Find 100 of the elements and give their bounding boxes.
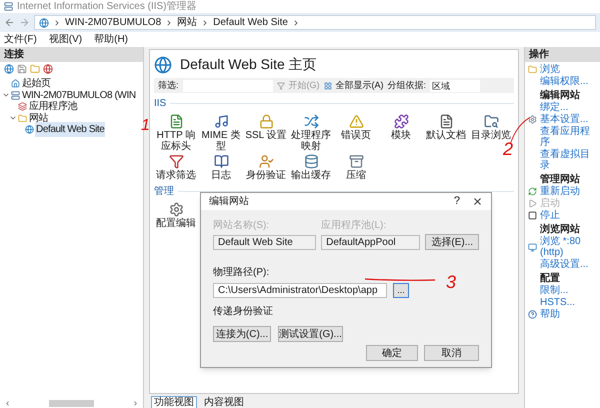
feature-label[interactable]: 身份验证 bbox=[246, 170, 286, 181]
lock-icon bbox=[258, 114, 274, 129]
scroll-right-icon[interactable] bbox=[132, 400, 139, 406]
address-bar[interactable]: WIN-2M07BUMULO8 网站 Default Web Site bbox=[34, 15, 596, 30]
breadcrumb[interactable]: WIN-2M07BUMULO8 bbox=[65, 15, 162, 30]
settings-icon bbox=[168, 202, 184, 217]
feature-label[interactable]: 处理程序映射 bbox=[289, 130, 333, 152]
tree-item[interactable]: 起始页 bbox=[21, 76, 52, 92]
feature-label[interactable]: MIME 类型 bbox=[199, 130, 243, 152]
action-heading: 浏览网站 bbox=[540, 224, 580, 235]
archive-icon bbox=[348, 154, 364, 169]
feature-label[interactable]: 错误页 bbox=[341, 130, 371, 141]
section-title: IIS bbox=[154, 97, 166, 111]
action-link[interactable]: HSTS... bbox=[540, 297, 576, 308]
group-label: 分组依据: bbox=[388, 78, 426, 92]
help-icon bbox=[528, 310, 537, 319]
feature-label[interactable]: 日志 bbox=[211, 170, 231, 181]
folder-icon bbox=[18, 114, 27, 123]
help-button[interactable]: ? bbox=[454, 193, 460, 210]
settings-icon bbox=[528, 115, 537, 124]
menu-item[interactable]: 文件(F) bbox=[4, 32, 37, 47]
ok-button[interactable]: 确定 bbox=[366, 344, 418, 360]
folder-search-icon bbox=[484, 114, 498, 129]
menu-item[interactable]: 视图(V) bbox=[48, 32, 82, 47]
breadcrumb[interactable]: Default Web Site bbox=[213, 15, 288, 30]
action-link[interactable]: 停止 bbox=[540, 210, 560, 221]
monitor-icon bbox=[528, 242, 537, 252]
dialog-title: 编辑网站 bbox=[209, 194, 250, 209]
action-link[interactable]: 浏览 *:80 (http) bbox=[540, 236, 597, 258]
back-icon[interactable] bbox=[4, 17, 15, 28]
filter-icon bbox=[168, 154, 184, 169]
connect-as-button[interactable]: 连接为(C)... bbox=[213, 326, 271, 342]
cancel-button[interactable]: 取消 bbox=[424, 344, 479, 360]
feature-label[interactable]: 压缩 bbox=[346, 170, 366, 181]
window-title: Internet Information Services (IIS)管理器 bbox=[17, 2, 197, 12]
save-icon[interactable] bbox=[17, 64, 27, 74]
select-button[interactable]: 选择(E)... bbox=[425, 234, 479, 250]
action-heading: 编辑网站 bbox=[540, 90, 580, 101]
field-label: 网站名称(S): bbox=[213, 218, 270, 232]
action-link[interactable]: 编辑权限... bbox=[540, 76, 588, 87]
pane-header: 操作 bbox=[525, 47, 600, 62]
view-tab[interactable]: 内容视图 bbox=[201, 396, 247, 408]
arrows-icon bbox=[304, 114, 318, 129]
warning-icon bbox=[348, 114, 364, 129]
annotation-number: 1 bbox=[141, 118, 150, 134]
page-title: Default Web Site 主页 bbox=[180, 55, 317, 74]
feature-label[interactable]: 配置编辑 bbox=[156, 218, 196, 229]
test-settings-button[interactable]: 测试设置(G)... bbox=[278, 326, 343, 342]
action-link[interactable]: 高级设置... bbox=[540, 259, 588, 270]
view-tab[interactable]: 功能视图 bbox=[151, 396, 197, 408]
feature-label[interactable]: 请求筛选 bbox=[156, 170, 196, 181]
chevron-right-icon bbox=[292, 18, 300, 26]
feature-label[interactable]: 默认文档 bbox=[426, 130, 466, 141]
action-link[interactable]: 绑定... bbox=[540, 102, 568, 113]
action-link[interactable]: 限制... bbox=[540, 285, 568, 296]
field-label: 应用程序池(L): bbox=[321, 218, 388, 232]
feature-label[interactable]: 目录浏览 bbox=[471, 130, 511, 141]
action-heading: 管理网站 bbox=[540, 174, 580, 185]
action-link[interactable]: 查看应用程序 bbox=[540, 126, 597, 148]
globe-icon bbox=[154, 56, 172, 74]
feature-label[interactable]: 输出缓存 bbox=[291, 170, 331, 181]
grid-icon bbox=[324, 82, 332, 90]
feature-label[interactable]: HTTP 响应标头 bbox=[154, 130, 198, 152]
group-dropdown[interactable]: 区域 bbox=[430, 80, 480, 92]
feature-label[interactable]: SSL 设置 bbox=[245, 130, 287, 141]
show-all-button[interactable]: 全部显示(A) bbox=[336, 78, 384, 92]
action-link[interactable]: 帮助 bbox=[540, 309, 560, 320]
passthrough-label: 传递身份验证 bbox=[213, 304, 273, 318]
annotation-number: 3 bbox=[446, 273, 456, 291]
globe-icon[interactable] bbox=[4, 64, 14, 74]
action-link[interactable]: 基本设置... bbox=[540, 114, 588, 125]
folder-icon bbox=[528, 65, 537, 74]
path-field[interactable]: C:\Users\Administrator\Desktop\app bbox=[213, 282, 387, 298]
app-icon bbox=[4, 2, 13, 11]
close-icon[interactable] bbox=[472, 196, 483, 207]
scroll-left-icon[interactable] bbox=[4, 400, 11, 406]
field-label: 物理路径(P): bbox=[213, 266, 270, 280]
filter-icon[interactable] bbox=[276, 82, 285, 90]
chevron-right-icon bbox=[53, 18, 61, 26]
globe-icon bbox=[39, 18, 49, 28]
document-icon bbox=[168, 114, 184, 129]
annotation-stroke bbox=[510, 116, 530, 144]
globe-icon bbox=[25, 125, 34, 134]
globe-icon[interactable] bbox=[43, 64, 53, 74]
annotation-number: 2 bbox=[503, 140, 514, 158]
play-icon bbox=[528, 199, 537, 208]
menu-item[interactable]: 帮助(H) bbox=[94, 32, 128, 47]
browse-button[interactable]: ... bbox=[393, 282, 409, 298]
puzzle-icon bbox=[394, 114, 408, 129]
action-link[interactable]: 浏览 bbox=[540, 64, 560, 75]
tree-item[interactable]: Default Web Site bbox=[35, 122, 106, 138]
section-title: 管理 bbox=[154, 185, 174, 199]
feature-label[interactable]: 模块 bbox=[391, 130, 411, 141]
document-icon bbox=[438, 114, 454, 129]
stop-icon bbox=[528, 211, 537, 220]
breadcrumb[interactable]: 网站 bbox=[177, 15, 198, 30]
annotation-stroke bbox=[364, 277, 436, 283]
action-link[interactable]: 重新启动 bbox=[540, 186, 580, 197]
action-link[interactable]: 查看虚拟目录 bbox=[540, 149, 597, 171]
scrollbar-thumb[interactable] bbox=[49, 400, 94, 406]
